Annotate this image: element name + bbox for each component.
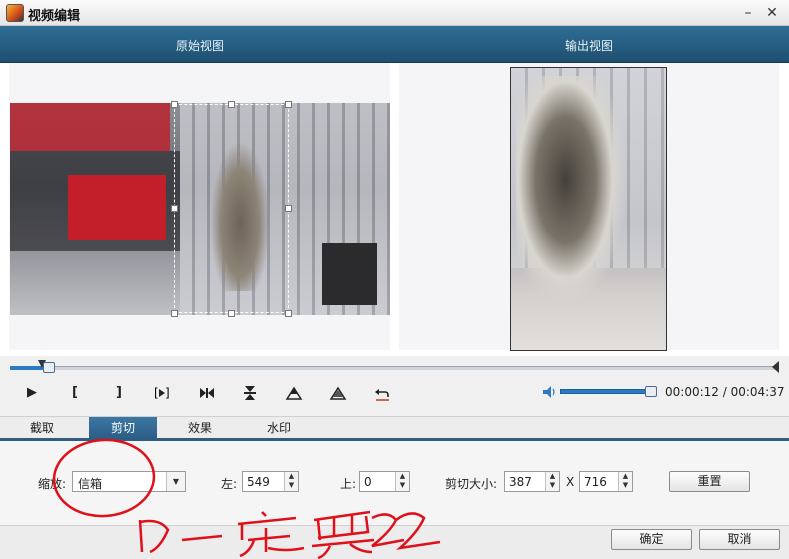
trim-end-marker[interactable] [772, 361, 779, 373]
video-content [322, 243, 377, 305]
stepper-arrows-icon[interactable]: ▲ ▼ [284, 472, 298, 491]
top-label: 上: [340, 477, 357, 491]
frame-step-icon: [] [154, 386, 170, 400]
crop-selection-box[interactable] [174, 104, 289, 313]
stepper-arrows-icon[interactable]: ▲ ▼ [618, 472, 632, 491]
video-content [10, 103, 170, 151]
chevron-down-icon[interactable]: ▼ [166, 472, 185, 491]
minimize-button[interactable]: – [738, 3, 758, 23]
crop-handle[interactable] [285, 101, 292, 108]
rotate-left-button[interactable] [285, 384, 303, 402]
close-button[interactable]: ✕ [762, 3, 782, 23]
tab-clip[interactable]: 截取 [10, 417, 74, 439]
stepper-arrows-icon[interactable]: ▲ ▼ [395, 472, 409, 491]
crop-handle[interactable] [171, 101, 178, 108]
tab-crop[interactable]: 剪切 [89, 417, 157, 439]
crop-width-stepper[interactable]: 387 ▲ ▼ [504, 471, 560, 492]
crop-size-label: 剪切大小: [445, 477, 498, 491]
rotate-left-icon [285, 386, 303, 400]
volume-icon[interactable] [541, 384, 557, 400]
video-content [516, 76, 626, 306]
crop-handle[interactable] [171, 310, 178, 317]
crop-handle[interactable] [285, 310, 292, 317]
top-offset-value: 0 [364, 475, 372, 489]
mark-out-button[interactable]: ] [110, 384, 128, 402]
crop-handle[interactable] [285, 205, 292, 212]
view-header: 原始视图 输出视图 [0, 26, 789, 63]
app-icon [6, 4, 24, 22]
current-time: 00:00:12 [665, 385, 719, 399]
play-button[interactable]: ▶ [23, 384, 41, 402]
time-separator: / [718, 385, 731, 399]
previous-next-icon [200, 388, 214, 398]
zoom-label: 缩放: [38, 477, 67, 491]
previous-next-button[interactable] [198, 384, 216, 402]
zoom-mode-select[interactable]: 信箱 ▼ [72, 471, 186, 492]
flip-vertical-button[interactable] [241, 384, 259, 402]
tab-bar: 截取 剪切 效果 水印 [0, 416, 789, 441]
ok-button[interactable]: 确定 [611, 529, 692, 550]
mark-in-button[interactable]: [ [66, 384, 84, 402]
undo-button[interactable] [373, 384, 391, 402]
crop-handle[interactable] [228, 101, 235, 108]
crop-handle[interactable] [228, 310, 235, 317]
cancel-button[interactable]: 取消 [699, 529, 780, 550]
original-view-label: 原始视图 [176, 39, 225, 53]
left-offset-stepper[interactable]: 549 ▲ ▼ [242, 471, 299, 492]
output-view-label: 输出视图 [565, 39, 614, 53]
left-label: 左: [221, 477, 238, 491]
seek-track[interactable] [10, 366, 778, 370]
crop-height-stepper[interactable]: 716 ▲ ▼ [579, 471, 633, 492]
top-offset-stepper[interactable]: 0 ▲ ▼ [359, 471, 410, 492]
left-offset-value: 549 [247, 475, 270, 489]
speaker-icon [543, 386, 555, 398]
svg-text:[: [ [154, 386, 159, 400]
crop-handle[interactable] [171, 205, 178, 212]
window-title: 视频编辑 [28, 9, 81, 24]
flip-vertical-icon [244, 386, 256, 400]
volume-slider[interactable] [560, 389, 656, 394]
zoom-mode-value: 信箱 [78, 477, 103, 491]
size-separator: X [566, 475, 575, 489]
undo-icon [375, 389, 389, 401]
tab-watermark[interactable]: 水印 [247, 417, 311, 439]
tab-effect[interactable]: 效果 [168, 417, 232, 439]
time-display: 00:00:12 / 00:04:37 [665, 385, 784, 399]
video-content [68, 175, 166, 240]
frame-step-button[interactable]: [] [153, 384, 171, 402]
volume-thumb[interactable] [645, 386, 657, 397]
total-time: 00:04:37 [730, 385, 785, 399]
stepper-arrows-icon[interactable]: ▲ ▼ [545, 472, 559, 491]
crop-width-value: 387 [509, 475, 532, 489]
crop-height-value: 716 [584, 475, 607, 489]
rotate-right-icon [329, 386, 347, 400]
seek-thumb[interactable] [43, 362, 55, 373]
rotate-right-button[interactable] [329, 384, 347, 402]
output-video-frame [510, 67, 667, 351]
reset-button[interactable]: 重置 [669, 471, 750, 492]
svg-text:]: ] [165, 386, 170, 400]
title-bar: 视频编辑 – ✕ [0, 0, 789, 26]
